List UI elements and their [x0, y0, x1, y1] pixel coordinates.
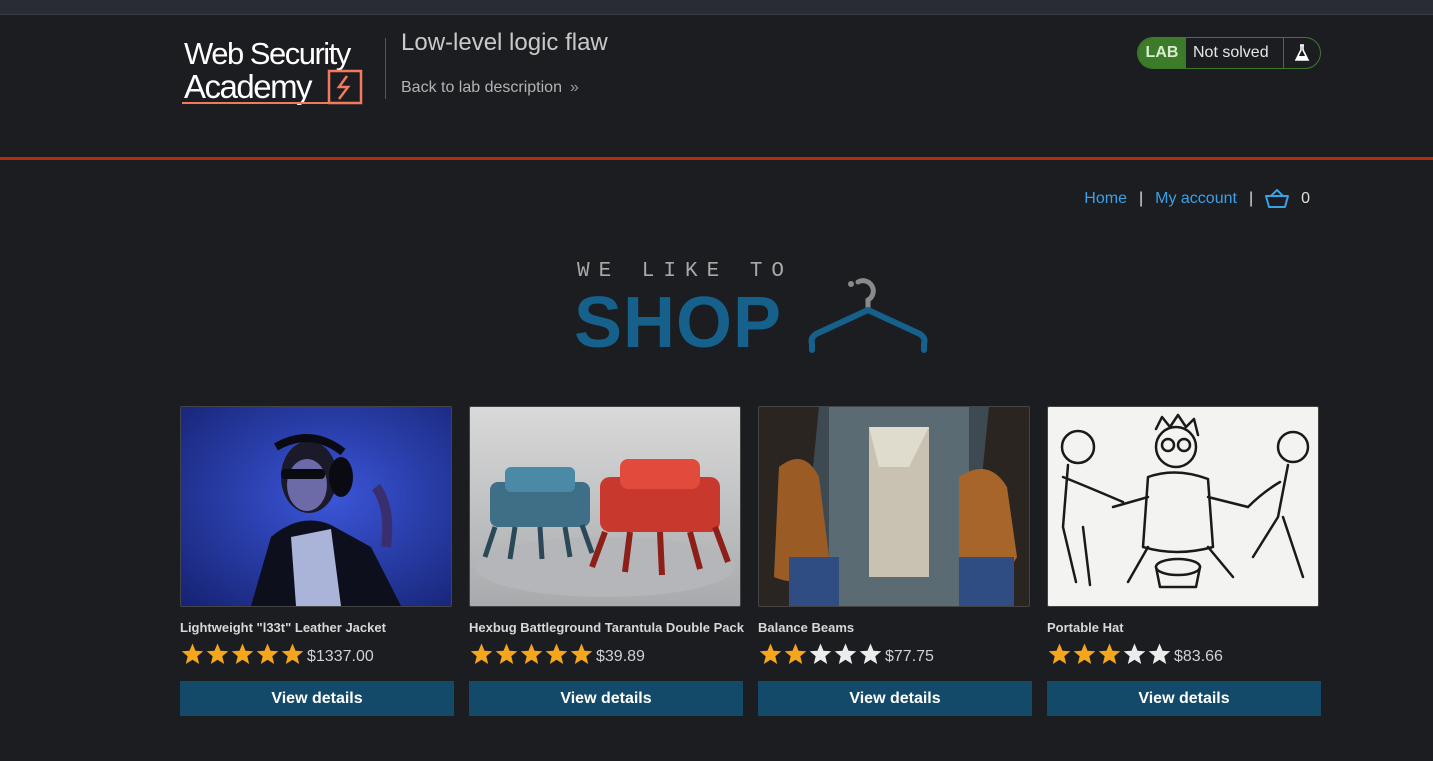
banner-tagline: WE LIKE TO [577, 260, 794, 283]
star-empty-icon [1148, 643, 1171, 664]
shop-banner: WE LIKE TO SHOP [574, 258, 934, 363]
nav-home-link[interactable]: Home [1084, 190, 1127, 208]
product-image[interactable] [758, 406, 1030, 607]
product-price: $77.75 [885, 648, 934, 665]
cart-link[interactable]: 0 [1265, 189, 1310, 209]
nav-separator: | [1138, 190, 1144, 207]
view-details-button[interactable]: View details [758, 681, 1032, 716]
star-empty-icon [834, 643, 857, 664]
cart-count: 0 [1301, 190, 1310, 207]
product-name: Balance Beams [758, 620, 855, 635]
star-filled-icon [206, 643, 229, 664]
star-empty-icon [859, 643, 882, 664]
star-filled-icon [256, 643, 279, 664]
product-image[interactable] [180, 406, 452, 607]
back-link-label: Back to lab description [401, 79, 562, 96]
product-rating: $77.75 [758, 642, 934, 666]
product-card: Balance Beams $77.75 View details [758, 406, 1032, 718]
star-filled-icon [181, 643, 204, 664]
nav-separator: | [1248, 190, 1254, 207]
star-filled-icon [281, 643, 304, 664]
coat-hanger-icon [808, 278, 928, 353]
star-filled-icon [470, 643, 493, 664]
star-filled-icon [784, 643, 807, 664]
header-accent-line [0, 157, 1433, 160]
star-filled-icon [570, 643, 593, 664]
logo-line-1: Web Security [184, 36, 352, 71]
lab-title: Low-level logic flaw [401, 29, 608, 56]
web-security-academy-logo[interactable]: Web Security Academy [181, 36, 386, 108]
back-to-lab-description-link[interactable]: Back to lab description » [401, 79, 579, 97]
view-details-button[interactable]: View details [1047, 681, 1321, 716]
lab-label: LAB [1138, 38, 1186, 68]
view-details-button[interactable]: View details [180, 681, 454, 716]
logo-divider [385, 38, 386, 99]
product-grid: Lightweight "l33t" Leather Jacket $1337.… [180, 406, 1322, 726]
star-filled-icon [495, 643, 518, 664]
product-card: Portable Hat $83.66 View details [1047, 406, 1321, 718]
product-rating: $39.89 [469, 642, 645, 666]
nav-my-account-link[interactable]: My account [1155, 190, 1237, 208]
product-card: Hexbug Battleground Tarantula Double Pac… [469, 406, 744, 718]
star-filled-icon [759, 643, 782, 664]
top-navigation: Home | My account | 0 [1084, 189, 1310, 209]
shopping-basket-icon [1265, 189, 1290, 208]
lab-status-badge: LAB Not solved [1137, 37, 1321, 69]
product-name: Portable Hat [1047, 620, 1124, 635]
view-details-button[interactable]: View details [469, 681, 743, 716]
star-filled-icon [1073, 643, 1096, 664]
star-empty-icon [809, 643, 832, 664]
product-price: $83.66 [1174, 648, 1223, 665]
star-filled-icon [545, 643, 568, 664]
banner-shop-text: SHOP [574, 283, 783, 363]
product-rating: $1337.00 [180, 642, 374, 666]
product-image[interactable] [469, 406, 741, 607]
star-filled-icon [1048, 643, 1071, 664]
product-price: $39.89 [596, 648, 645, 665]
product-card: Lightweight "l33t" Leather Jacket $1337.… [180, 406, 454, 718]
double-chevron-right-icon: » [569, 79, 579, 96]
browser-top-strip [0, 0, 1433, 15]
product-price: $1337.00 [307, 648, 374, 665]
star-filled-icon [520, 643, 543, 664]
product-name: Hexbug Battleground Tarantula Double Pac… [469, 620, 744, 635]
product-rating: $83.66 [1047, 642, 1223, 666]
flask-icon [1283, 38, 1320, 68]
logo-line-2: Academy [184, 68, 313, 105]
product-image[interactable] [1047, 406, 1319, 607]
product-name: Lightweight "l33t" Leather Jacket [180, 620, 386, 635]
star-empty-icon [1123, 643, 1146, 664]
lab-status-text: Not solved [1193, 44, 1269, 61]
star-filled-icon [231, 643, 254, 664]
star-filled-icon [1098, 643, 1121, 664]
